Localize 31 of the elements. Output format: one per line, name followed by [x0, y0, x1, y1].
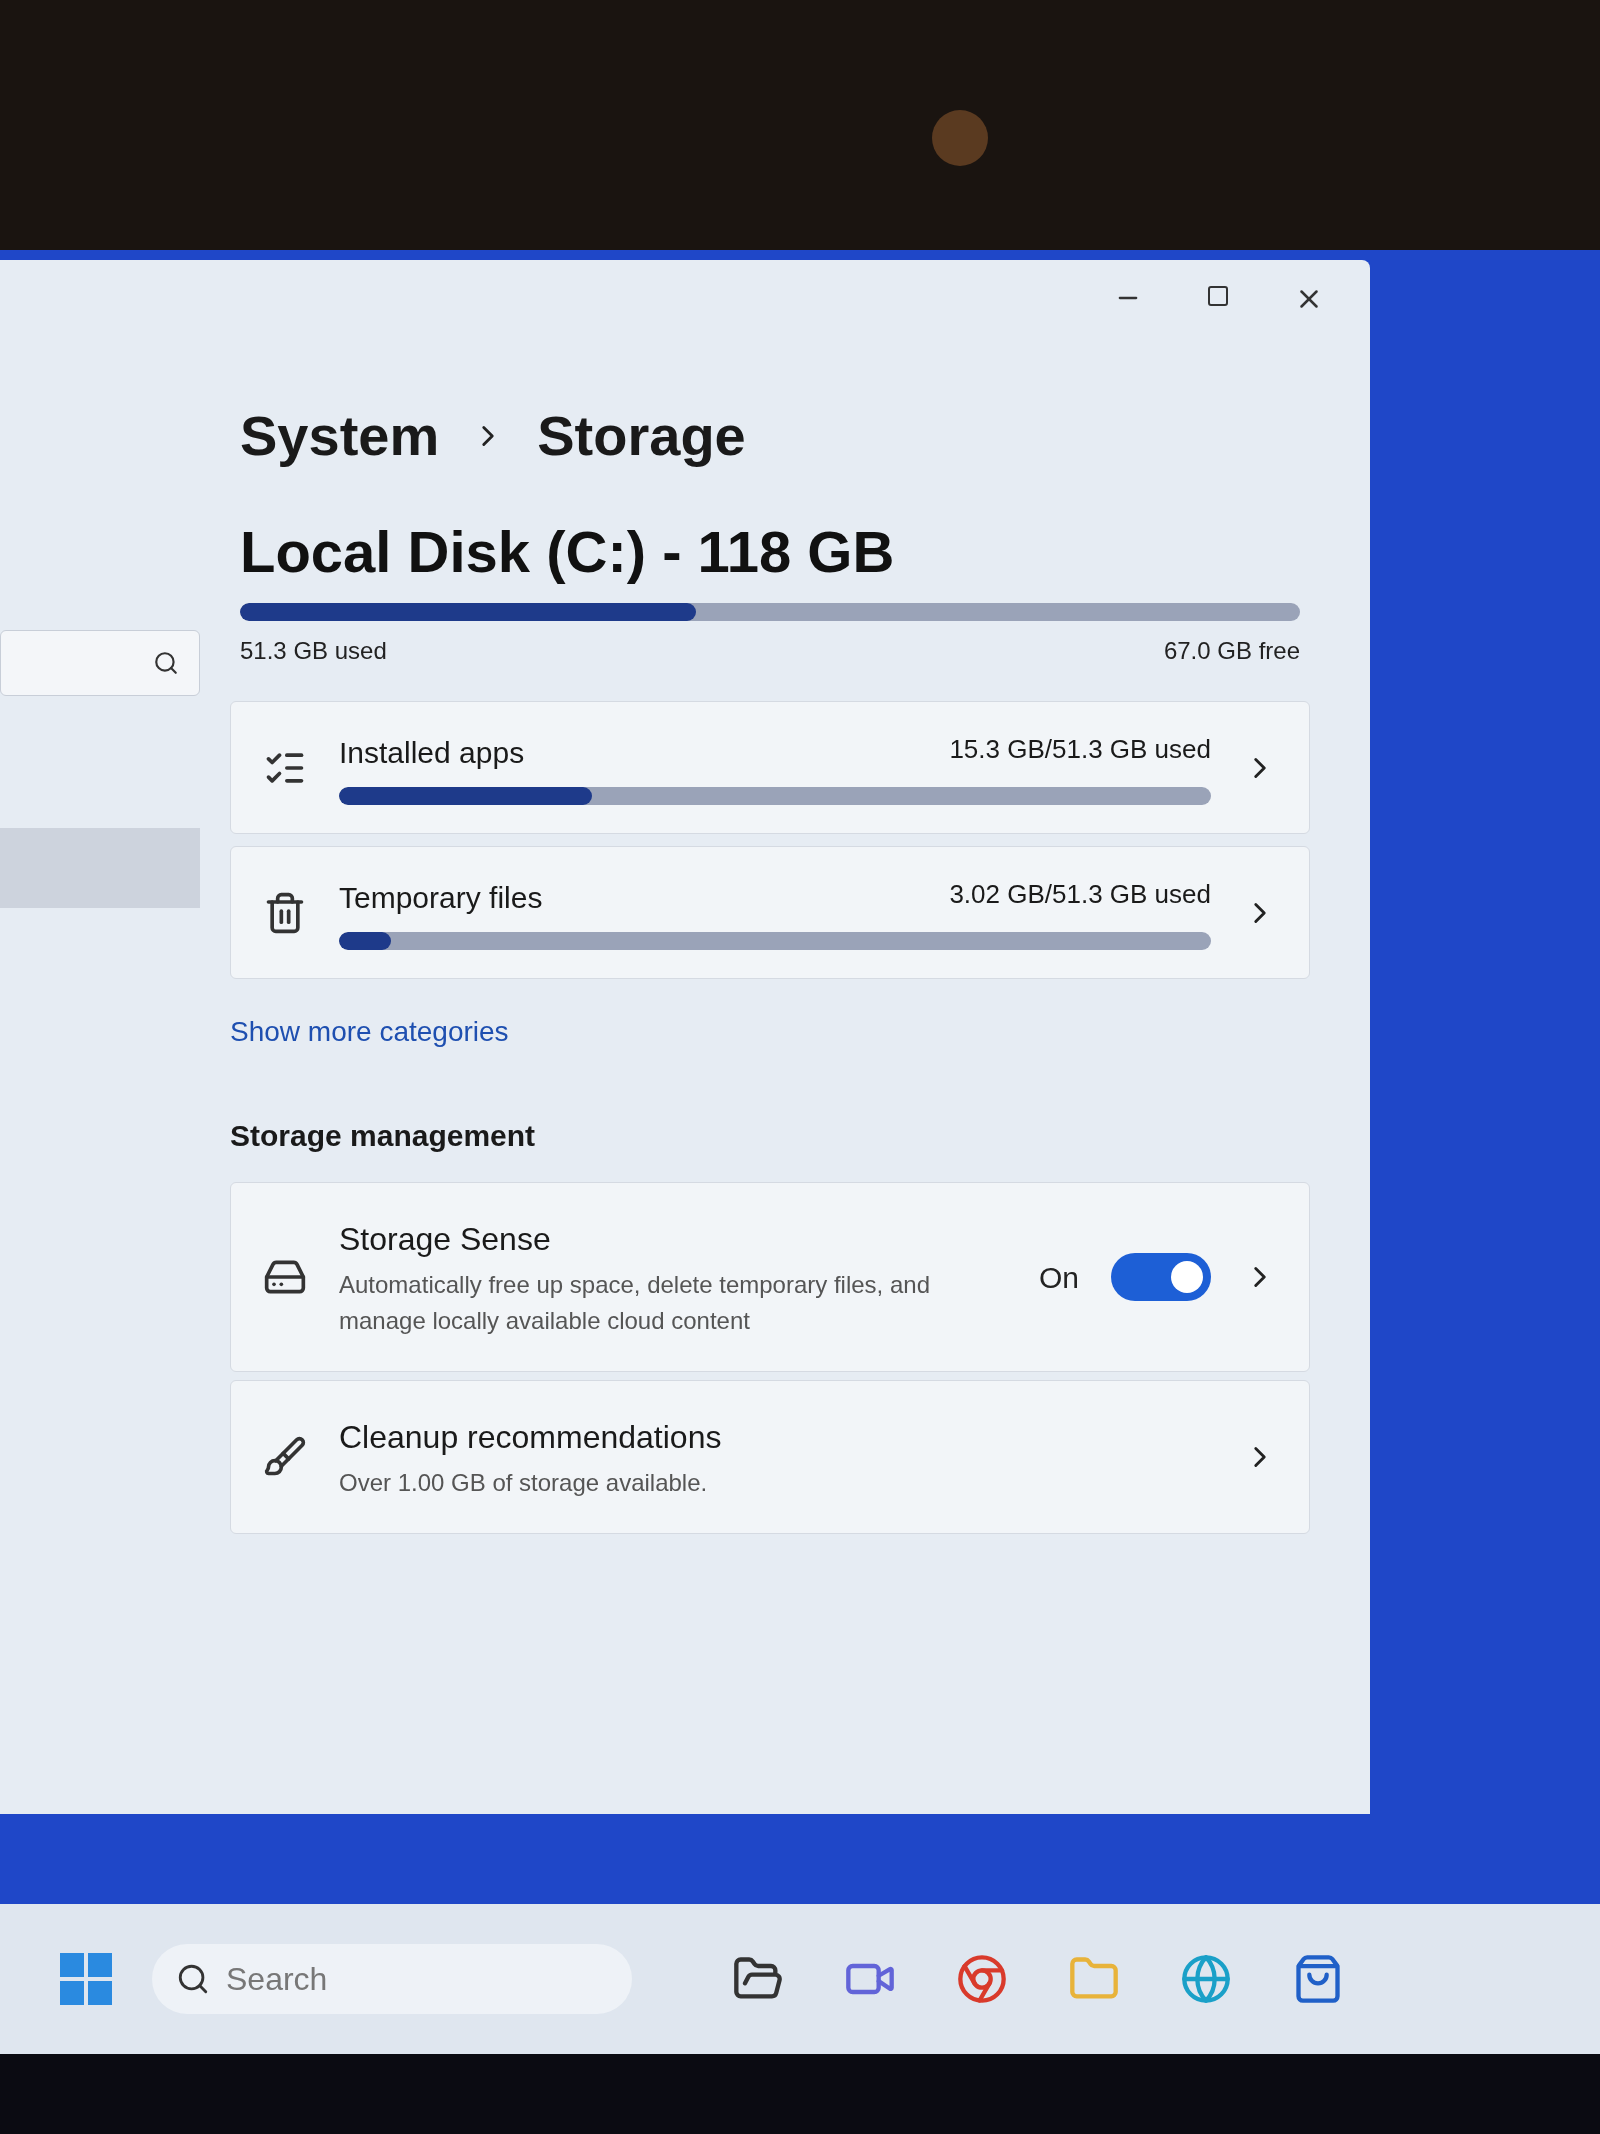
management-card[interactable]: Storage Sense Automatically free up space, delete temporary files, and manage locally available cloud content On [230, 1182, 1310, 1372]
start-icon[interactable] [60, 1953, 112, 2005]
category-usage: 3.02 GB/51.3 GB used [949, 878, 1211, 911]
search-placeholder: Search [226, 1960, 328, 1999]
disk-title: Local Disk (C:) - 118 GB [239, 518, 896, 586]
toggle-switch[interactable] [1111, 1253, 1211, 1301]
camera-lens [932, 110, 988, 166]
category-card[interactable]: Installed apps 15.3 GB/51.3 GB used [230, 701, 1310, 834]
show-more-link[interactable]: Show more categories [230, 1011, 1340, 1053]
item-description: Over 1.00 GB of storage available. [339, 1468, 709, 1498]
browser-icon[interactable] [956, 1953, 1008, 2005]
breadcrumb-item[interactable]: System [240, 394, 440, 478]
free-label: 67.0 GB free [1163, 636, 1300, 666]
search-icon [176, 1962, 210, 1996]
item-description: Automatically free up space, delete temporary files, and manage locally available cloud content [339, 1270, 931, 1336]
category-card[interactable]: Temporary files 3.02 GB/51.3 GB used [230, 846, 1310, 979]
used-label: 51.3 GB used [240, 636, 387, 666]
category-name: Temporary files [339, 880, 543, 916]
item-title: Storage Sense [339, 1220, 552, 1259]
section-title: Storage management [230, 1118, 537, 1154]
item-title: Cleanup recommendations [339, 1418, 723, 1457]
category-name: Installed apps [339, 735, 525, 771]
search-icon [153, 650, 179, 676]
breadcrumb-item: Storage [537, 403, 746, 469]
search-field[interactable] [0, 630, 200, 696]
globe-icon[interactable] [1180, 1953, 1232, 2005]
toggle-label: On [1038, 1259, 1079, 1296]
category-usage: 15.3 GB/51.3 GB used [949, 733, 1211, 766]
maximize-icon[interactable] [1206, 284, 1230, 308]
management-card[interactable]: Cleanup recommendations Over 1.00 GB of storage available. [230, 1380, 1310, 1534]
taskbar-search[interactable]: Search [152, 1944, 632, 2014]
